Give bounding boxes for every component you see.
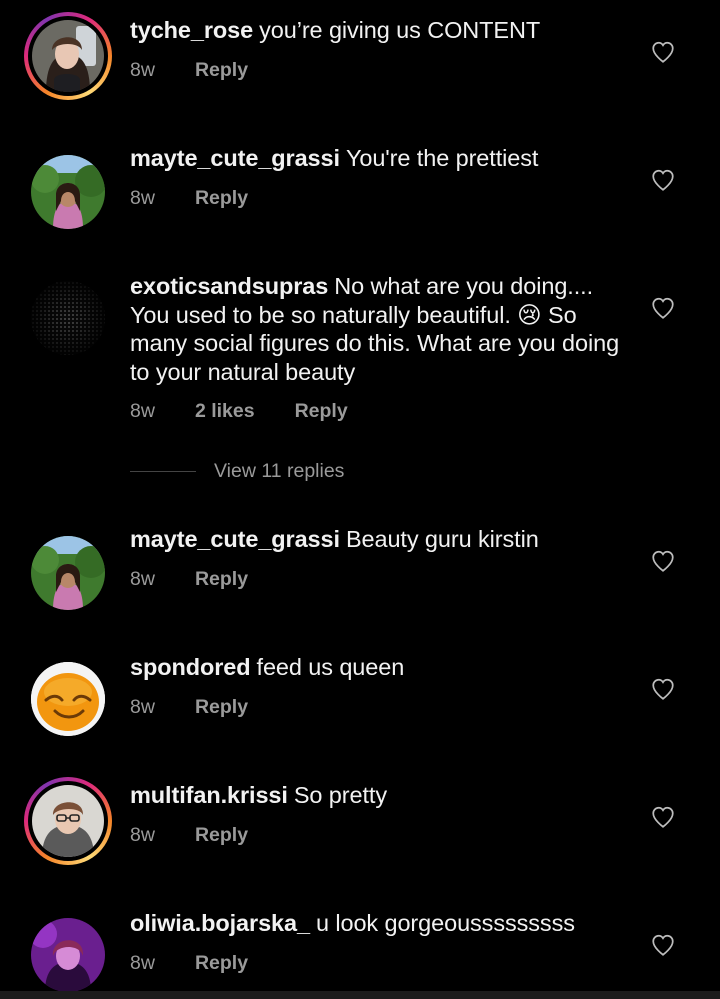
comment-body: feed us queen	[256, 654, 405, 680]
reply-button[interactable]: Reply	[195, 696, 248, 719]
avatar-wrap[interactable]	[24, 274, 112, 362]
avatar	[31, 662, 105, 736]
view-replies-button[interactable]: View 11 replies	[130, 460, 344, 483]
comment-username[interactable]: mayte_cute_grassi	[130, 145, 340, 171]
comment-text: mayte_cute_grassi Beauty guru kirstin	[130, 525, 620, 554]
comment-text: multifan.krissi So pretty	[130, 781, 620, 810]
comments-feed: tyche_rose you’re giving us CONTENT 8w Re…	[0, 0, 720, 999]
comment-time: 8w	[130, 695, 155, 718]
comment-body: You're the prettiest	[345, 145, 539, 171]
avatar-wrap[interactable]	[24, 529, 112, 617]
comment-username[interactable]: oliwia.bojarska_	[130, 910, 310, 936]
avatar	[31, 536, 105, 610]
comment-text: spondored feed us queen	[130, 653, 620, 682]
reply-button[interactable]: Reply	[195, 952, 248, 975]
comment-meta: 8w Reply	[130, 187, 620, 210]
avatar	[31, 918, 105, 992]
reply-button[interactable]: Reply	[195, 824, 248, 847]
comment-text: tyche_rose you’re giving us CONTENT	[130, 16, 620, 45]
heart-outline-icon[interactable]	[650, 804, 676, 830]
heart-outline-icon[interactable]	[650, 676, 676, 702]
heart-outline-icon[interactable]	[650, 167, 676, 193]
comment-text: exoticsandsupras No what are you doing...…	[130, 272, 620, 386]
comment-meta: 8w 2 likes Reply	[130, 400, 620, 423]
comment-username[interactable]: mayte_cute_grassi	[130, 526, 340, 552]
avatar	[31, 155, 105, 229]
comment-username[interactable]: exoticsandsupras	[130, 273, 328, 299]
comment-time: 8w	[130, 823, 155, 846]
comment-meta: 8w Reply	[130, 696, 620, 719]
comment-meta: 8w Reply	[130, 568, 620, 591]
comment-body: you’re giving us CONTENT	[259, 17, 541, 43]
comment-username[interactable]: spondored	[130, 654, 251, 680]
comment-time: 8w	[130, 400, 155, 422]
view-replies-label[interactable]: View 11 replies	[214, 460, 344, 483]
avatar-story-ring[interactable]	[24, 12, 112, 100]
avatar-wrap[interactable]	[24, 148, 112, 236]
comment-body: u look gorgeousssssssss	[315, 910, 575, 936]
bottom-bar	[0, 991, 720, 999]
comment-text: mayte_cute_grassi You're the prettiest	[130, 144, 620, 173]
avatar-wrap[interactable]	[24, 655, 112, 743]
divider-line	[130, 471, 196, 472]
reply-button[interactable]: Reply	[195, 187, 248, 210]
reply-button[interactable]: Reply	[295, 400, 348, 423]
comment-username[interactable]: multifan.krissi	[130, 782, 288, 808]
avatar-wrap[interactable]	[24, 911, 112, 999]
heart-outline-icon[interactable]	[650, 932, 676, 958]
comment-meta: 8w Reply	[130, 952, 620, 975]
reply-button[interactable]: Reply	[195, 568, 248, 591]
comment-meta: 8w Reply	[130, 59, 620, 82]
comment-body: So pretty	[293, 782, 387, 808]
comment-username[interactable]: tyche_rose	[130, 17, 253, 43]
avatar-story-ring[interactable]	[24, 777, 112, 865]
likes-count[interactable]: 2 likes	[195, 400, 255, 423]
avatar	[32, 785, 104, 857]
comment-meta: 8w Reply	[130, 824, 620, 847]
comment-text: oliwia.bojarska_ u look gorgeousssssssss	[130, 909, 620, 938]
reply-button[interactable]: Reply	[195, 59, 248, 82]
heart-outline-icon[interactable]	[650, 39, 676, 65]
comment-time: 8w	[130, 951, 155, 974]
comment-time: 8w	[130, 567, 155, 590]
comment-body: Beauty guru kirstin	[345, 526, 539, 552]
comment-time: 8w	[130, 58, 155, 81]
comment-time: 8w	[130, 186, 155, 209]
heart-outline-icon[interactable]	[650, 548, 676, 574]
heart-outline-icon[interactable]	[650, 295, 676, 321]
avatar	[32, 20, 104, 92]
avatar	[31, 281, 105, 355]
